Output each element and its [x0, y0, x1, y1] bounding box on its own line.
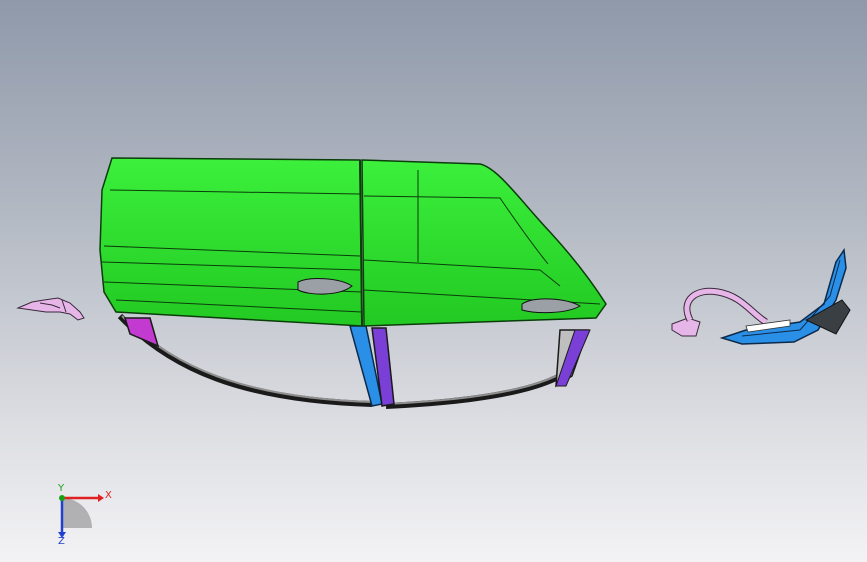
coordinate-triad: X Y Z	[57, 483, 112, 546]
right-pillar-assembly[interactable]	[671, 247, 851, 345]
x-axis-arrowhead	[98, 494, 104, 502]
x-axis-label: X	[105, 490, 112, 501]
door-assembly-model[interactable]	[0, 0, 867, 562]
y-axis-label: Y	[57, 483, 65, 494]
rear-door-panel[interactable]	[359, 159, 607, 327]
rear-door-frame[interactable]	[371, 327, 591, 409]
front-door-frame[interactable]	[117, 313, 383, 407]
left-hinge-bracket[interactable]	[16, 297, 85, 321]
triad-plane-shade	[62, 498, 92, 528]
cad-3d-viewport[interactable]: X Y Z	[0, 0, 867, 562]
z-axis-label: Z	[58, 536, 65, 546]
front-door-panel[interactable]	[99, 157, 363, 327]
y-axis-dot	[59, 495, 65, 501]
